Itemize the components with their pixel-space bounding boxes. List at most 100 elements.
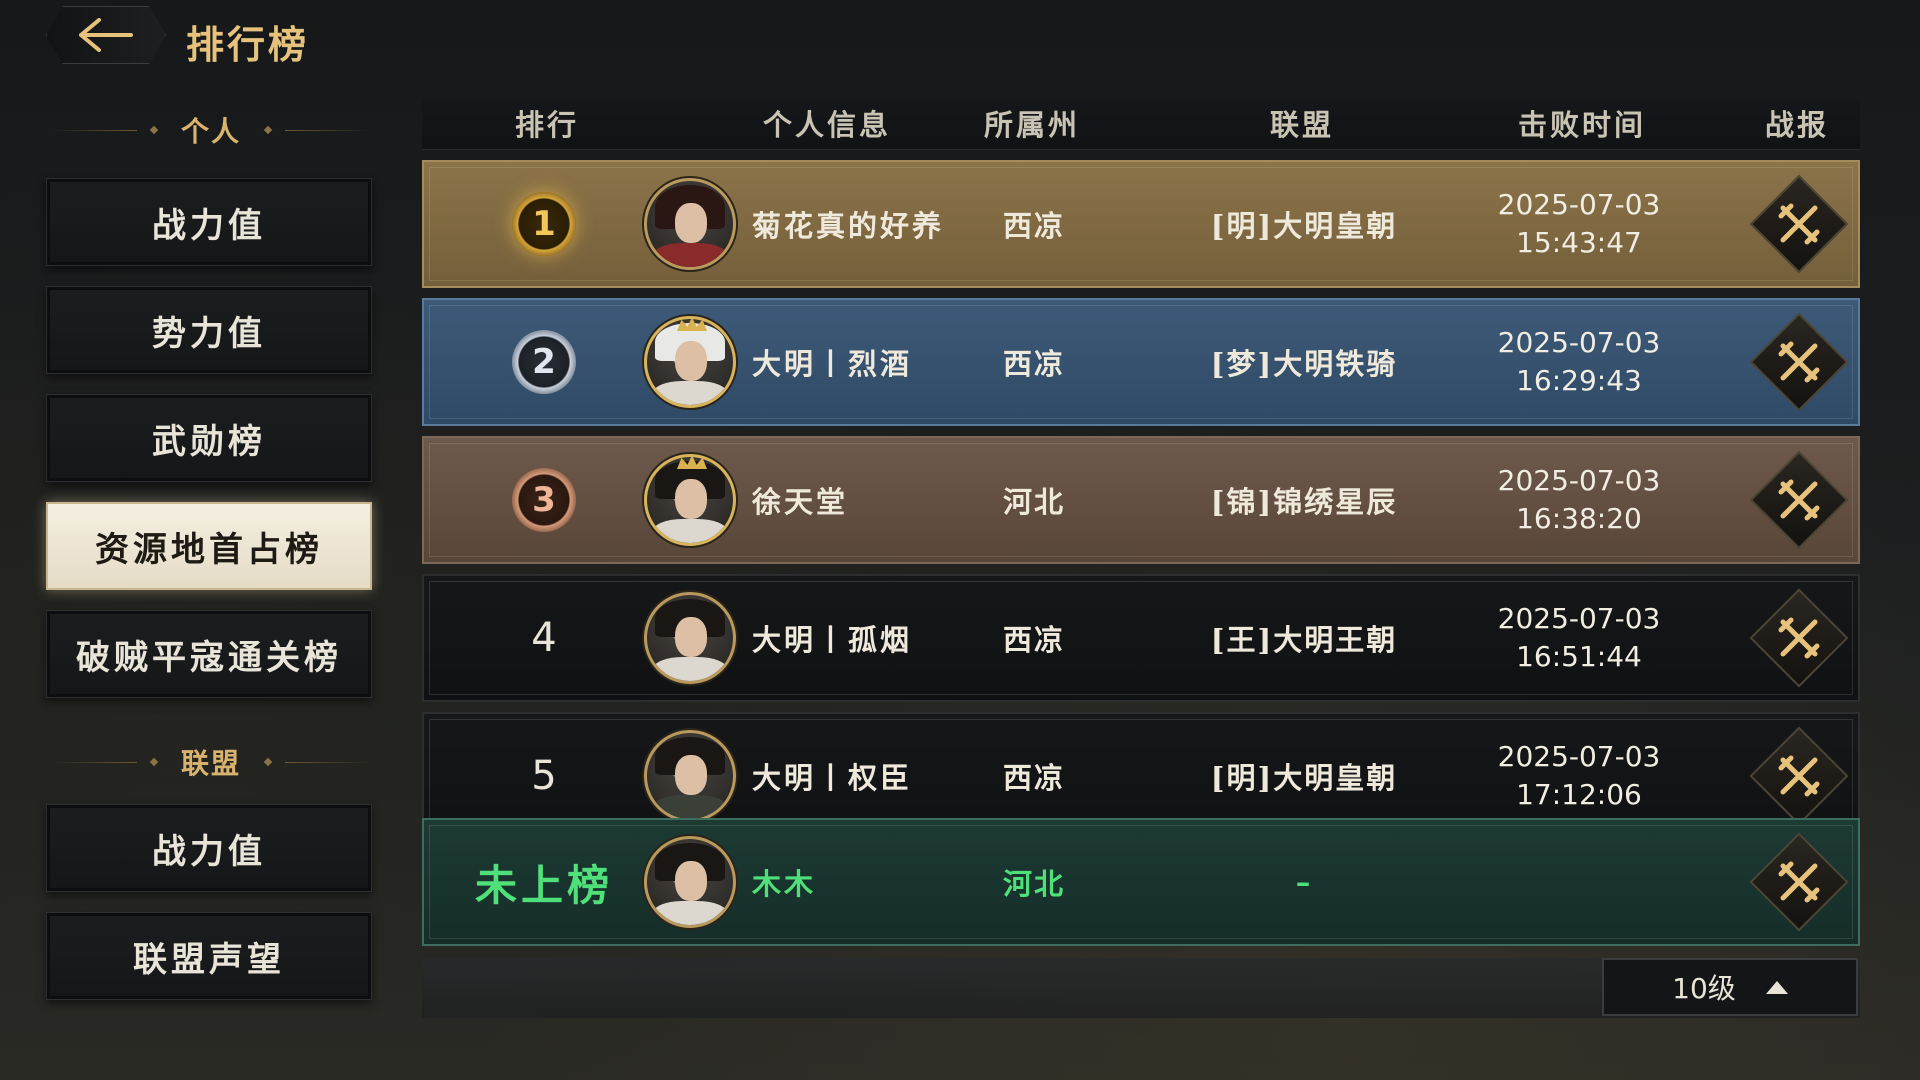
battle-report-button[interactable] [1749,174,1849,274]
region: 河北 [1002,485,1065,519]
level-dropdown[interactable]: 10级 [1602,958,1858,1016]
alliance-heading-label: 联盟 [181,747,242,780]
defeat-clock: 17:12:06 [1516,778,1642,811]
crossed-swords-icon [1778,755,1820,797]
defeat-clock: 15:43:47 [1516,226,1642,259]
rank-bronze-badge-icon: 3 [512,468,576,532]
defeat-date: 2025-07-03 [1497,602,1661,635]
defeat-clock: 16:51:44 [1516,640,1642,673]
ranking-table: 排行 个人信息 所属州 联盟 击败时间 战报 1 菊花真的好养 西凉 [明]大明… [422,100,1860,1018]
level-label: 10级 [1672,972,1736,1005]
rank-cell: 未上榜 [424,820,664,944]
avatar[interactable] [644,454,736,546]
alliance-name: [明]大明皇朝 [1210,209,1398,243]
rank-cell: 1 [424,162,664,286]
page-title: 排行榜 [186,22,310,67]
column-header-rank: 排行 [514,108,579,142]
player-name: 菊花真的好养 [752,209,945,243]
table-row[interactable]: 1 菊花真的好养 西凉 [明]大明皇朝 2025-07-03 15:43:47 [422,160,1860,288]
my-player-name: 木木 [752,867,817,901]
my-region: 河北 [1002,867,1065,901]
avatar[interactable] [644,592,736,684]
battle-report-button[interactable] [1749,312,1849,412]
alliance-name: [锦]锦绣星辰 [1210,485,1398,519]
table-row[interactable]: 3 徐天堂 河北 [锦]锦绣星辰 2025-07-03 16:38:20 [422,436,1860,564]
my-avatar[interactable] [644,836,736,928]
crossed-swords-icon [1778,617,1820,659]
sidebar-item-alliance-prestige[interactable]: 联盟声望 [46,912,372,1000]
defeat-time: 2025-07-03 16:38:20 [1454,438,1704,562]
region: 西凉 [1002,209,1065,243]
player-name: 大明丨孤烟 [752,623,913,657]
player-name: 大明丨烈酒 [752,347,913,381]
defeat-date: 2025-07-03 [1497,464,1661,497]
avatar-cell [640,438,740,562]
column-header-battle-report: 战报 [1764,108,1829,142]
alliance-section-heading: 联盟 [50,742,373,782]
arrow-left-icon [79,18,133,52]
crossed-swords-icon [1778,203,1820,245]
region: 西凉 [1002,623,1065,657]
defeat-date: 2025-07-03 [1497,326,1661,359]
battle-report-button[interactable] [1749,726,1849,826]
rank-silver-badge-icon: 2 [512,330,576,394]
rank-number: 5 [531,753,557,799]
avatar-cell [640,300,740,424]
sidebar-item-alliance-power[interactable]: 战力值 [46,804,372,892]
column-header-region: 所属州 [983,108,1080,142]
defeat-date: 2025-07-03 [1497,740,1661,773]
player-name: 徐天堂 [752,485,849,519]
alliance-name: [王]大明王朝 [1210,623,1398,657]
sidebar-item-resource-first-capture[interactable]: 资源地首占榜 [46,502,372,590]
table-row[interactable]: 4 大明丨孤烟 西凉 [王]大明王朝 2025-07-03 16:51:44 [422,574,1860,702]
rank-cell: 4 [424,576,664,700]
sidebar-item-influence[interactable]: 势力值 [46,286,372,374]
back-button[interactable] [46,6,166,64]
avatar-cell [640,576,740,700]
table-header: 排行 个人信息 所属州 联盟 击败时间 战报 [422,100,1860,150]
column-header-player-info: 个人信息 [762,108,891,142]
defeat-time: 2025-07-03 15:43:47 [1454,162,1704,286]
rank-gold-badge-icon: 1 [512,192,576,256]
avatar[interactable] [644,178,736,270]
avatar-cell [640,820,740,944]
personal-heading-label: 个人 [181,115,242,148]
region: 西凉 [1002,347,1065,381]
report-cell [1744,820,1854,944]
my-alliance: – [1295,865,1313,899]
defeat-date: 2025-07-03 [1497,188,1661,221]
rank-cell: 2 [424,300,664,424]
column-header-alliance: 联盟 [1269,108,1334,142]
table-row[interactable]: 2 大明丨烈酒 西凉 [梦]大明铁骑 2025-07-03 16:29:43 [422,298,1860,426]
battle-report-button[interactable] [1749,450,1849,550]
caret-up-icon [1765,980,1788,994]
rank-cell: 3 [424,438,664,562]
defeat-clock: 16:38:20 [1516,502,1642,535]
crossed-swords-icon [1778,861,1820,903]
my-rank-status: 未上榜 [474,860,613,910]
rank-number: 4 [531,615,557,661]
personal-section-heading: 个人 [50,110,373,150]
sidebar-item-personal-power[interactable]: 战力值 [46,178,372,266]
report-cell [1744,162,1854,286]
report-cell [1744,300,1854,424]
crossed-swords-icon [1778,341,1820,383]
sidebar-item-merit[interactable]: 武勋榜 [46,394,372,482]
report-cell [1744,438,1854,562]
crossed-swords-icon [1778,479,1820,521]
my-battle-report-button[interactable] [1749,832,1849,932]
sidebar-item-bandit-clear[interactable]: 破贼平寇通关榜 [46,610,372,698]
column-header-defeat-time: 击败时间 [1517,108,1646,142]
defeat-time: 2025-07-03 16:29:43 [1454,300,1704,424]
report-cell [1744,576,1854,700]
top-bar: 排行榜 [0,0,1920,80]
alliance-name: [梦]大明铁骑 [1210,347,1398,381]
avatar[interactable] [644,730,736,822]
table-body[interactable]: 1 菊花真的好养 西凉 [明]大明皇朝 2025-07-03 15:43:47 … [422,160,1860,908]
avatar-cell [640,162,740,286]
defeat-time: 2025-07-03 16:51:44 [1454,576,1704,700]
defeat-clock: 16:29:43 [1516,364,1642,397]
avatar[interactable] [644,316,736,408]
battle-report-button[interactable] [1749,588,1849,688]
my-rank-row[interactable]: 未上榜 木木 河北 – [422,818,1860,946]
